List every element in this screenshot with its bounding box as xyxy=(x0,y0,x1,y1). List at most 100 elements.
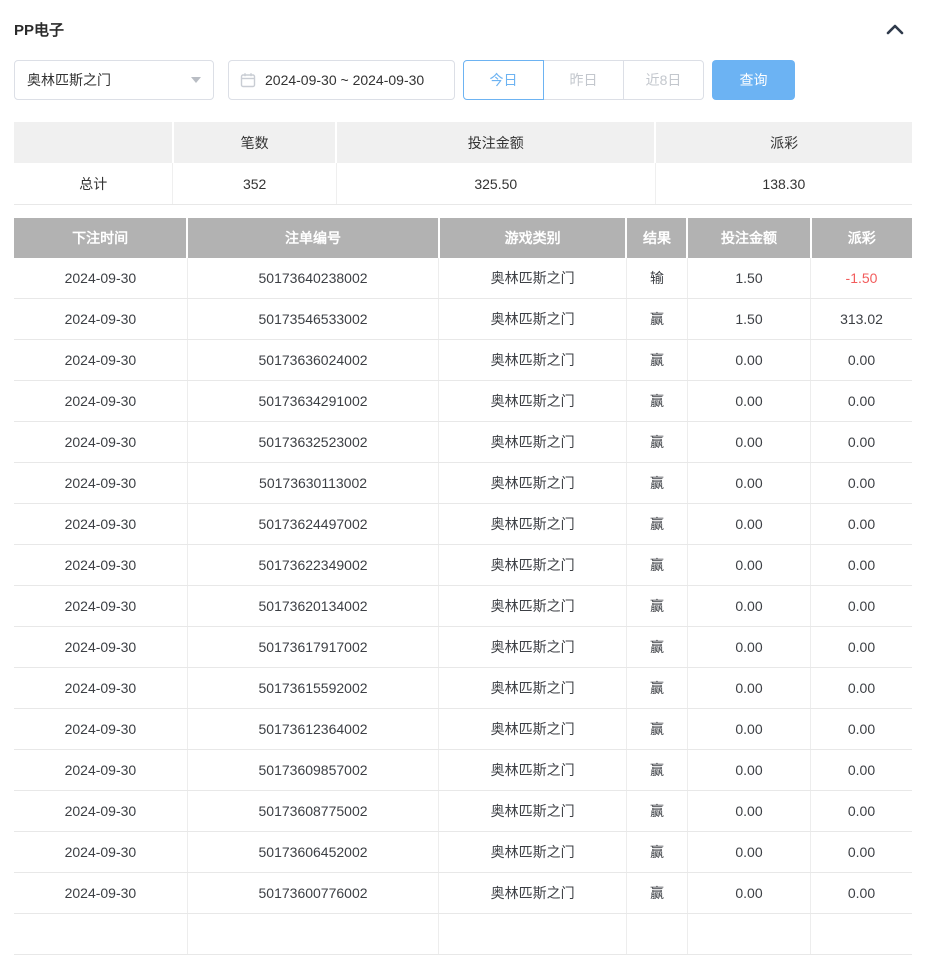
table-cell: 赢 xyxy=(626,709,687,750)
table-cell: 0.00 xyxy=(687,504,810,545)
game-select-value: 奥林匹斯之门 xyxy=(27,70,111,90)
table-cell: 奥林匹斯之门 xyxy=(439,873,627,914)
table-cell: 0.00 xyxy=(687,422,810,463)
table-cell: 2024-09-30 xyxy=(14,340,187,381)
page-title: PP电子 xyxy=(14,19,64,40)
table-row: 2024-09-3050173620134002奥林匹斯之门赢0.000.00 xyxy=(14,586,912,627)
table-row: 2024-09-3050173546533002奥林匹斯之门赢1.50313.0… xyxy=(14,299,912,340)
last-8-days-button[interactable]: 近8日 xyxy=(623,60,704,100)
table-cell: 0.00 xyxy=(811,381,913,422)
today-button[interactable]: 今日 xyxy=(463,60,544,100)
table-row: 2024-09-3050173634291002奥林匹斯之门赢0.000.00 xyxy=(14,381,912,422)
table-cell: 2024-09-30 xyxy=(14,627,187,668)
query-button[interactable]: 查询 xyxy=(712,60,795,100)
table-cell: 赢 xyxy=(626,463,687,504)
table-cell: 奥林匹斯之门 xyxy=(439,258,627,299)
calendar-icon xyxy=(240,72,256,88)
table-cell: 奥林匹斯之门 xyxy=(439,791,627,832)
chevron-up-icon xyxy=(886,24,904,35)
table-row: 2024-09-3050173636024002奥林匹斯之门赢0.000.00 xyxy=(14,340,912,381)
table-cell xyxy=(439,914,627,955)
table-cell: 0.00 xyxy=(811,340,913,381)
table-cell: 奥林匹斯之门 xyxy=(439,340,627,381)
table-cell: 50173600776002 xyxy=(187,873,438,914)
table-cell: 赢 xyxy=(626,627,687,668)
table-cell: 50173606452002 xyxy=(187,832,438,873)
table-cell xyxy=(626,914,687,955)
date-range-value: 2024-09-30 ~ 2024-09-30 xyxy=(265,72,424,88)
table-cell: 0.00 xyxy=(811,873,913,914)
summary-header-empty xyxy=(14,122,173,163)
table-cell: 50173612364002 xyxy=(187,709,438,750)
table-cell: 0.00 xyxy=(687,791,810,832)
game-select[interactable]: 奥林匹斯之门 xyxy=(14,60,214,100)
table-row: 2024-09-3050173632523002奥林匹斯之门赢0.000.00 xyxy=(14,422,912,463)
summary-total-payout: 138.30 xyxy=(655,163,912,205)
table-cell: 2024-09-30 xyxy=(14,832,187,873)
summary-header-bet-amount: 投注金额 xyxy=(336,122,655,163)
records-header-row: 下注时间 注单编号 游戏类别 结果 投注金额 派彩 xyxy=(14,218,912,258)
table-body: 2024-09-3050173640238002奥林匹斯之门输1.50-1.50… xyxy=(14,258,912,955)
table-cell: 赢 xyxy=(626,504,687,545)
table-cell: 2024-09-30 xyxy=(14,258,187,299)
table-cell: 0.00 xyxy=(687,545,810,586)
table-cell: 赢 xyxy=(626,381,687,422)
table-cell: 0.00 xyxy=(811,422,913,463)
table-cell: 1.50 xyxy=(687,299,810,340)
table-cell: 0.00 xyxy=(687,627,810,668)
table-cell: 50173634291002 xyxy=(187,381,438,422)
table-cell: 50173546533002 xyxy=(187,299,438,340)
table-cell: 奥林匹斯之门 xyxy=(439,586,627,627)
table-cell: 0.00 xyxy=(687,873,810,914)
table-cell: 赢 xyxy=(626,299,687,340)
table-cell: 0.00 xyxy=(687,340,810,381)
table-cell: 2024-09-30 xyxy=(14,750,187,791)
panel-header: PP电子 xyxy=(14,0,912,41)
col-header-game-category: 游戏类别 xyxy=(439,218,627,258)
table-cell: 赢 xyxy=(626,586,687,627)
table-cell: 0.00 xyxy=(687,709,810,750)
collapse-button[interactable] xyxy=(884,21,906,37)
table-cell: -1.50 xyxy=(811,258,913,299)
col-header-payout: 派彩 xyxy=(811,218,913,258)
table-cell: 奥林匹斯之门 xyxy=(439,381,627,422)
table-cell: 0.00 xyxy=(811,668,913,709)
table-cell: 0.00 xyxy=(687,381,810,422)
betting-records-panel: PP电子 奥林匹斯之门 2024-09-30 ~ xyxy=(0,0,926,955)
table-cell: 奥林匹斯之门 xyxy=(439,709,627,750)
table-cell: 2024-09-30 xyxy=(14,422,187,463)
table-cell: 赢 xyxy=(626,791,687,832)
records-table: 下注时间 注单编号 游戏类别 结果 投注金额 派彩 2024-09-305017… xyxy=(14,218,912,955)
table-cell: 2024-09-30 xyxy=(14,873,187,914)
summary-header-row: 笔数 投注金额 派彩 xyxy=(14,122,912,163)
table-cell: 0.00 xyxy=(811,750,913,791)
table-cell: 奥林匹斯之门 xyxy=(439,627,627,668)
table-cell: 50173636024002 xyxy=(187,340,438,381)
table-cell: 奥林匹斯之门 xyxy=(439,545,627,586)
table-row: 2024-09-3050173624497002奥林匹斯之门赢0.000.00 xyxy=(14,504,912,545)
table-cell: 1.50 xyxy=(687,258,810,299)
summary-total-row: 总计 352 325.50 138.30 xyxy=(14,163,912,205)
table-cell: 奥林匹斯之门 xyxy=(439,832,627,873)
table-cell: 2024-09-30 xyxy=(14,791,187,832)
table-cell: 0.00 xyxy=(811,586,913,627)
table-cell: 2024-09-30 xyxy=(14,709,187,750)
table-row: 2024-09-3050173609857002奥林匹斯之门赢0.000.00 xyxy=(14,750,912,791)
summary-total-count: 352 xyxy=(173,163,336,205)
col-header-bet-time: 下注时间 xyxy=(14,218,187,258)
table-cell: 50173640238002 xyxy=(187,258,438,299)
table-cell: 奥林匹斯之门 xyxy=(439,299,627,340)
table-cell xyxy=(14,914,187,955)
col-header-order-number: 注单编号 xyxy=(187,218,438,258)
date-range-input[interactable]: 2024-09-30 ~ 2024-09-30 xyxy=(228,60,455,100)
table-cell: 赢 xyxy=(626,873,687,914)
yesterday-button[interactable]: 昨日 xyxy=(543,60,624,100)
table-cell: 0.00 xyxy=(687,586,810,627)
table-row: 2024-09-3050173612364002奥林匹斯之门赢0.000.00 xyxy=(14,709,912,750)
summary-header-count: 笔数 xyxy=(173,122,336,163)
table-cell: 2024-09-30 xyxy=(14,299,187,340)
table-cell: 奥林匹斯之门 xyxy=(439,504,627,545)
table-cell: 赢 xyxy=(626,422,687,463)
col-header-bet-amount: 投注金额 xyxy=(687,218,810,258)
table-row: 2024-09-3050173615592002奥林匹斯之门赢0.000.00 xyxy=(14,668,912,709)
